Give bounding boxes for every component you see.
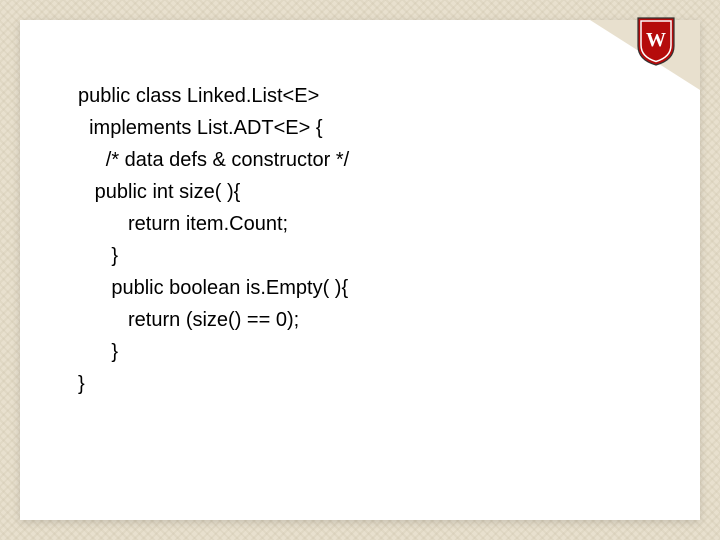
code-line: public boolean is.Empty( ){ <box>78 272 660 304</box>
code-line: public int size( ){ <box>78 176 660 208</box>
code-block: public class Linked.List<E> implements L… <box>78 80 660 400</box>
code-line: } <box>78 336 660 368</box>
code-line: } <box>78 368 660 400</box>
code-line: implements List.ADT<E> { <box>78 112 660 144</box>
university-crest-icon: W <box>636 16 676 66</box>
svg-text:W: W <box>646 29 666 51</box>
code-line: return (size() == 0); <box>78 304 660 336</box>
slide-card: public class Linked.List<E> implements L… <box>20 20 700 520</box>
code-line: /* data defs & constructor */ <box>78 144 660 176</box>
code-line: return item.Count; <box>78 208 660 240</box>
code-line: } <box>78 240 660 272</box>
code-line: public class Linked.List<E> <box>78 80 660 112</box>
